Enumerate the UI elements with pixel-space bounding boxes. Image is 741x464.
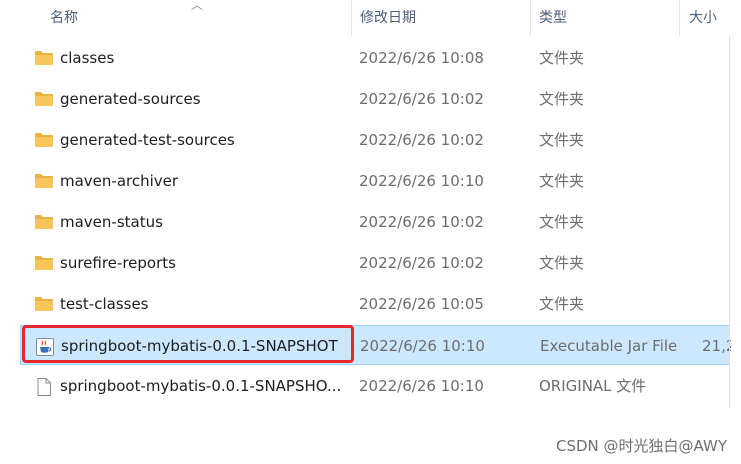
- file-size: [701, 366, 730, 406]
- file-row[interactable]: classes 2022/6/26 10:08 文件夹: [20, 38, 730, 78]
- column-header-name[interactable]: 名称: [50, 0, 78, 36]
- file-name: surefire-reports: [60, 254, 176, 272]
- file-size: [701, 38, 730, 78]
- watermark: CSDN @时光独白@AWY: [556, 437, 727, 455]
- column-divider[interactable]: [679, 0, 680, 36]
- file-type: 文件夹: [539, 131, 585, 149]
- pane-edge: [729, 36, 730, 408]
- file-name: generated-sources: [60, 90, 201, 108]
- file-name: springboot-mybatis-0.0.1-SNAPSHO...: [60, 377, 342, 395]
- sort-ascending-icon: ︿: [191, 0, 204, 12]
- blank-file-icon: [34, 377, 54, 396]
- file-row[interactable]: test-classes 2022/6/26 10:05 文件夹: [20, 284, 730, 324]
- file-size: [701, 202, 730, 242]
- file-name: maven-archiver: [60, 172, 179, 190]
- file-size: [701, 120, 730, 160]
- folder-icon: [34, 49, 54, 67]
- file-name: test-classes: [60, 295, 149, 313]
- column-header-type[interactable]: 类型: [539, 0, 567, 36]
- folder-icon: [34, 213, 54, 231]
- file-modified-date: 2022/6/26 10:02: [359, 213, 484, 231]
- file-size: [701, 161, 730, 201]
- folder-icon: [34, 254, 54, 272]
- file-modified-date: 2022/6/26 10:05: [359, 295, 484, 313]
- file-size: [701, 79, 730, 119]
- file-type: 文件夹: [539, 90, 585, 108]
- file-row[interactable]: generated-test-sources 2022/6/26 10:02 文件夹: [20, 120, 730, 160]
- highlight-annotation: [22, 325, 354, 363]
- file-modified-date: 2022/6/26 10:02: [359, 131, 484, 149]
- file-type: 文件夹: [539, 295, 585, 313]
- file-name: classes: [60, 49, 115, 67]
- file-row[interactable]: springboot-mybatis-0.0.1-SNAPSHO... 2022/…: [20, 366, 730, 406]
- file-row[interactable]: generated-sources 2022/6/26 10:02 文件夹: [20, 79, 730, 119]
- file-type: Executable Jar File: [540, 337, 678, 355]
- file-modified-date: 2022/6/26 10:02: [359, 254, 484, 272]
- file-explorer: ︿ 名称 修改日期 类型 大小 classes 2022/6/26 10:08 文件…: [0, 0, 741, 464]
- folder-icon: [34, 90, 54, 108]
- file-type: 文件夹: [539, 172, 585, 190]
- file-modified-date: 2022/6/26 10:02: [359, 90, 484, 108]
- file-modified-date: 2022/6/26 10:08: [359, 49, 484, 67]
- column-header-size[interactable]: 大小: [689, 0, 717, 36]
- file-row[interactable]: maven-archiver 2022/6/26 10:10 文件夹: [20, 161, 730, 201]
- file-name: generated-test-sources: [60, 131, 235, 149]
- file-row[interactable]: maven-status 2022/6/26 10:02 文件夹: [20, 202, 730, 242]
- file-type: 文件夹: [539, 213, 585, 231]
- file-type: 文件夹: [539, 254, 585, 272]
- file-size: 21,2: [702, 337, 731, 355]
- file-size: [701, 284, 730, 324]
- column-header-modified[interactable]: 修改日期: [360, 0, 416, 36]
- column-header-bar: ︿ 名称 修改日期 类型 大小: [0, 0, 741, 36]
- file-size: [701, 243, 730, 283]
- file-modified-date: 2022/6/26 10:10: [359, 377, 484, 395]
- column-divider[interactable]: [530, 0, 531, 36]
- file-modified-date: 2022/6/26 10:10: [359, 172, 484, 190]
- folder-icon: [34, 131, 54, 149]
- column-divider[interactable]: [351, 0, 352, 36]
- folder-icon: [34, 295, 54, 313]
- file-row[interactable]: surefire-reports 2022/6/26 10:02 文件夹: [20, 243, 730, 283]
- file-type: 文件夹: [539, 49, 585, 67]
- file-type: ORIGINAL 文件: [539, 377, 647, 395]
- folder-icon: [34, 172, 54, 190]
- file-name: maven-status: [60, 213, 163, 231]
- file-modified-date: 2022/6/26 10:10: [360, 337, 485, 355]
